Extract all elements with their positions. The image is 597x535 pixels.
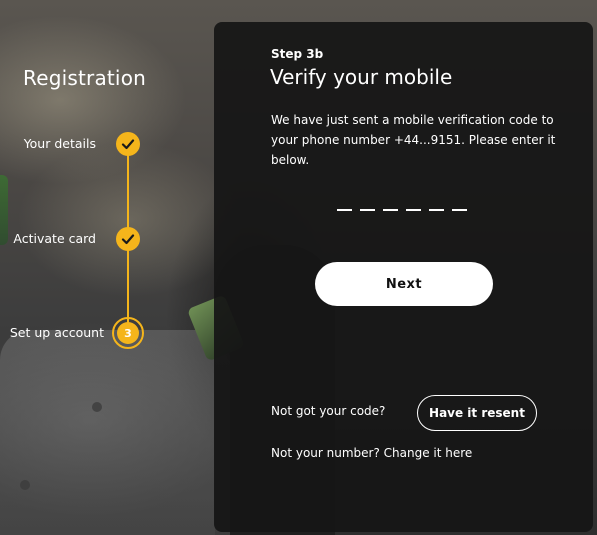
step-set-up-account: Set up account 3 <box>0 317 148 349</box>
step-tag: Step 3b <box>271 47 324 61</box>
registration-title: Registration <box>23 66 147 90</box>
step-label: Activate card <box>13 231 96 246</box>
code-digit-slot[interactable] <box>337 209 352 211</box>
check-icon <box>116 227 140 251</box>
not-got-code-text: Not got your code? <box>271 404 386 418</box>
step-label: Set up account <box>9 325 104 340</box>
current-step-indicator: 3 <box>112 317 144 349</box>
step-your-details: Your details <box>0 132 140 156</box>
step-number: 3 <box>117 322 139 344</box>
code-digit-slot[interactable] <box>360 209 375 211</box>
verification-description: We have just sent a mobile verification … <box>271 113 556 167</box>
next-button[interactable]: Next <box>315 262 493 306</box>
code-digit-slot[interactable] <box>452 209 467 211</box>
verification-code-input[interactable] <box>337 209 467 211</box>
verify-panel: Step 3b Verify your mobile We have just … <box>214 22 593 532</box>
code-digit-slot[interactable] <box>429 209 444 211</box>
code-digit-slot[interactable] <box>406 209 421 211</box>
background-sofa <box>0 330 230 535</box>
step-label: Your details <box>23 136 96 151</box>
resend-code-button[interactable]: Have it resent <box>417 395 537 431</box>
code-digit-slot[interactable] <box>383 209 398 211</box>
check-icon <box>116 132 140 156</box>
step-activate-card: Activate card <box>0 227 140 251</box>
change-number-link[interactable]: Not your number? Change it here <box>271 446 472 460</box>
page-title: Verify your mobile <box>270 65 453 89</box>
